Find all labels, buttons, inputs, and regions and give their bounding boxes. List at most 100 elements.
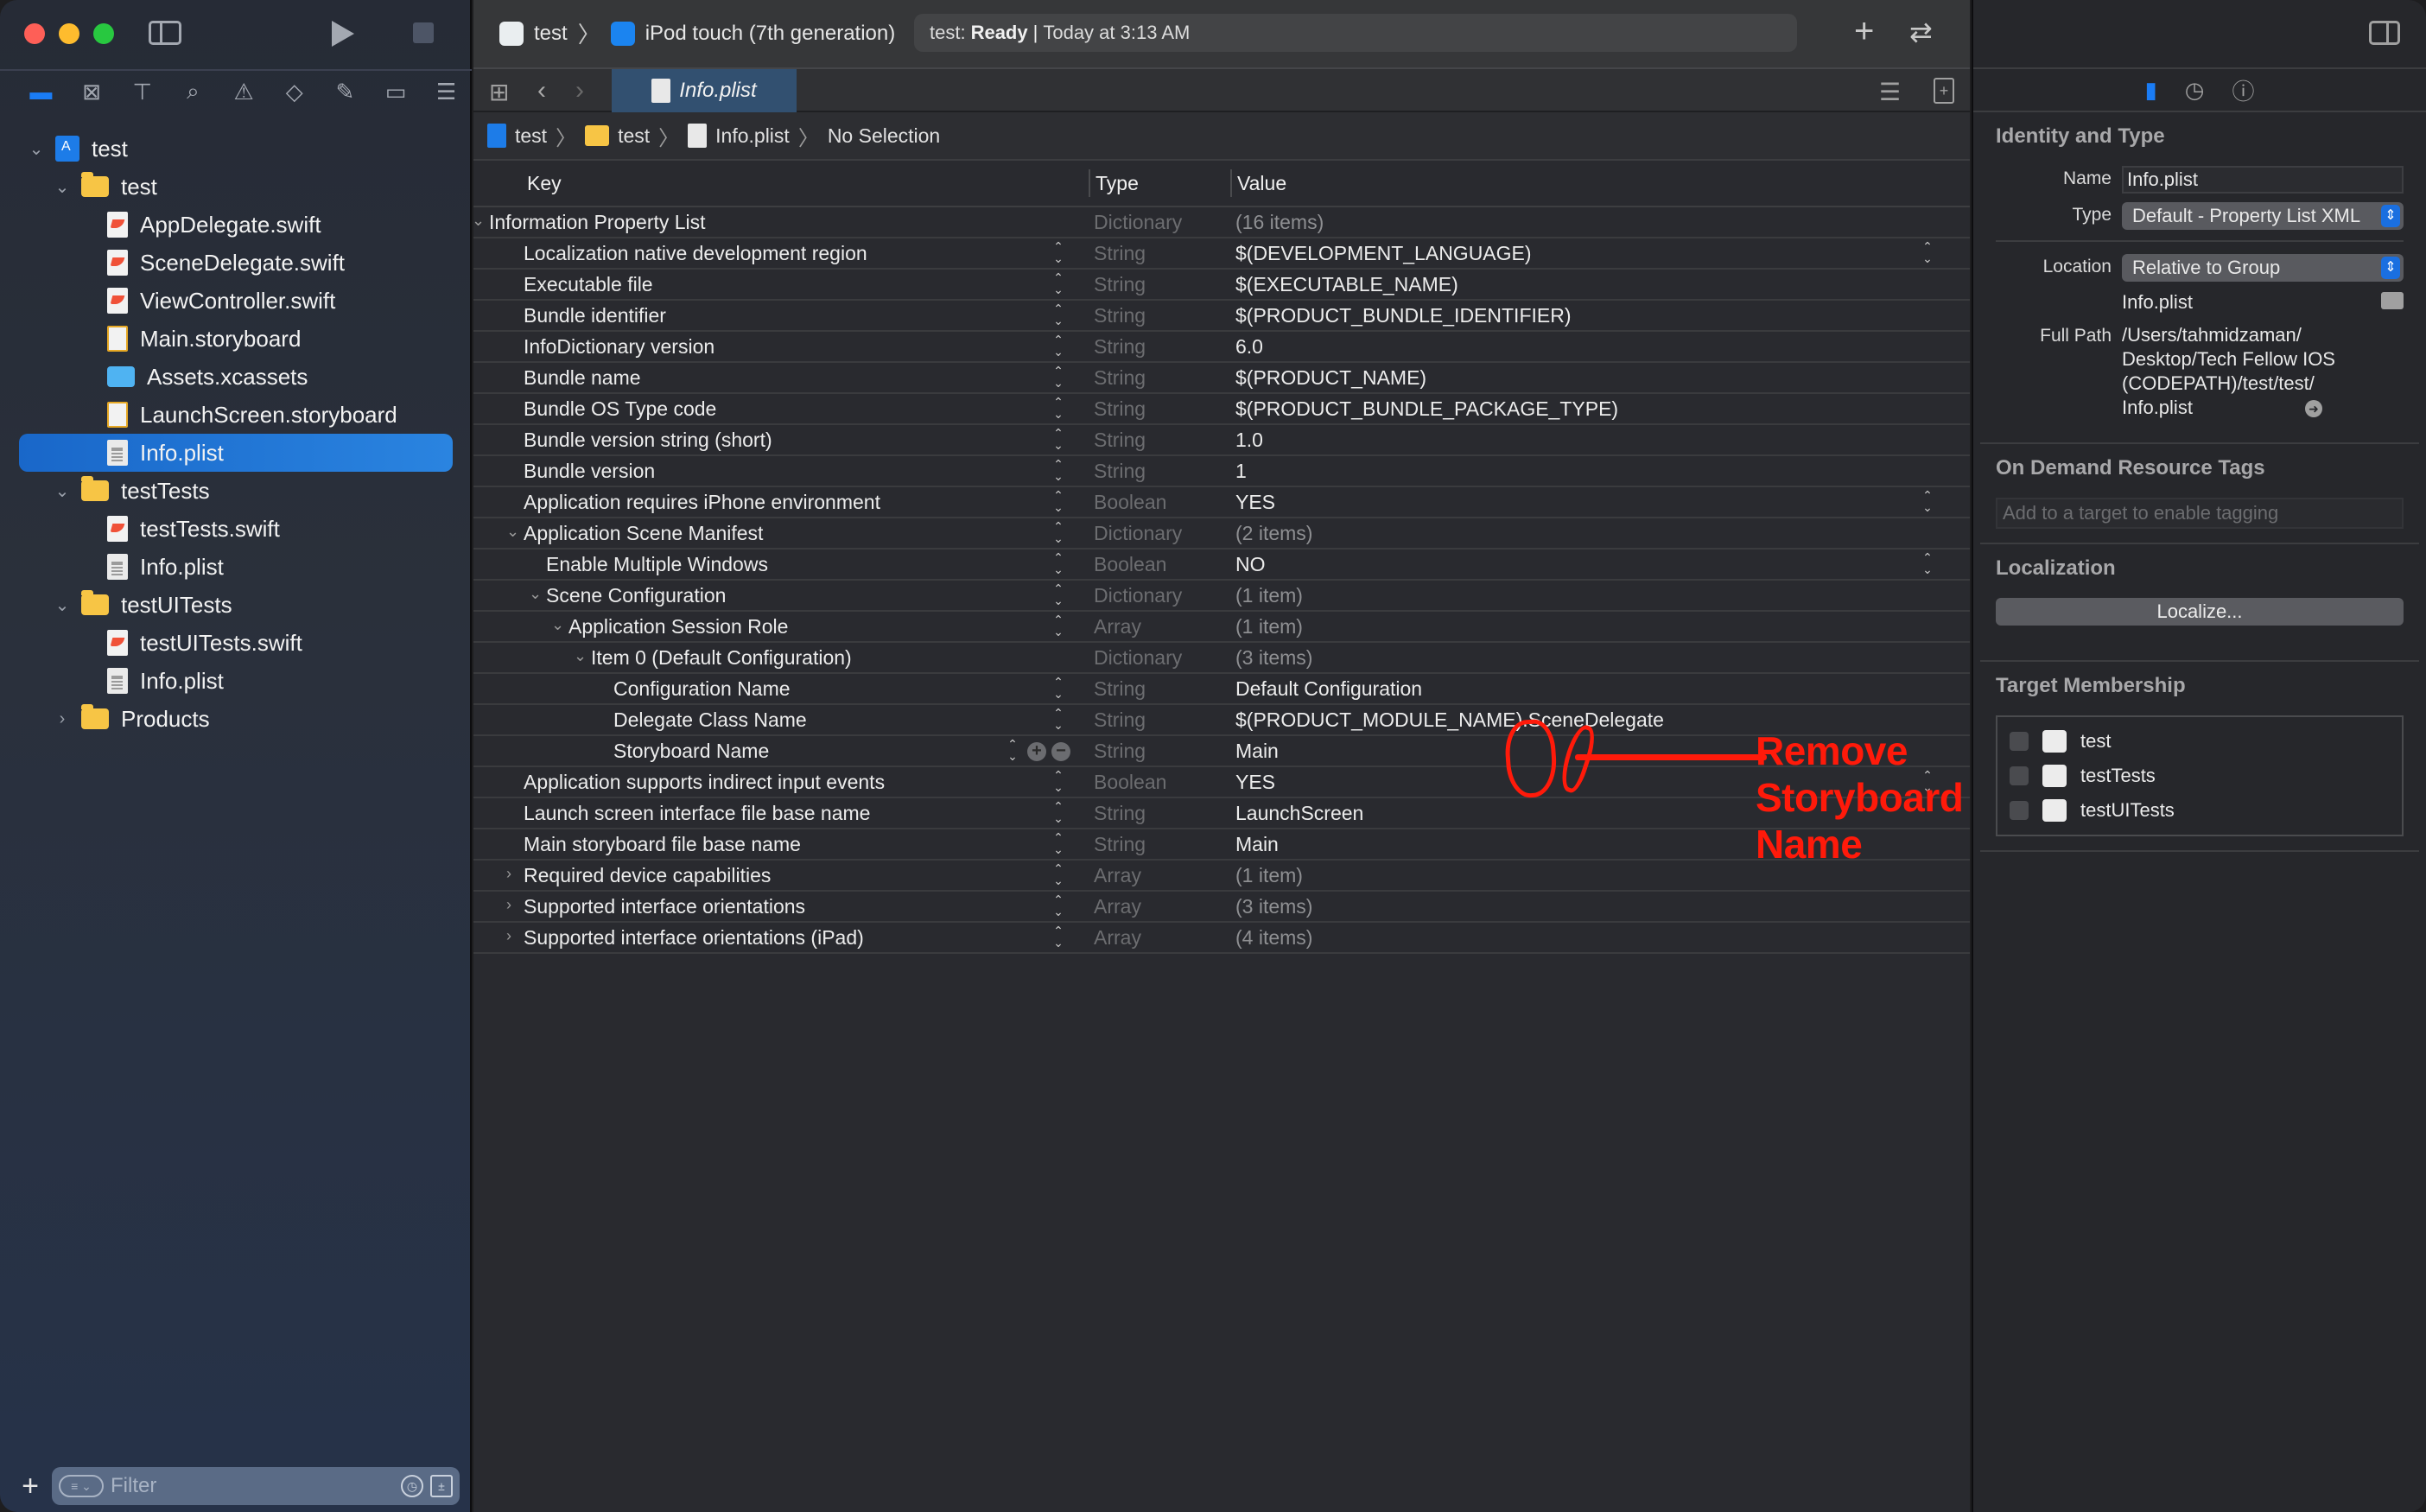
symbol-navigator-icon[interactable]: ⊤: [117, 74, 168, 109]
debug-navigator-icon[interactable]: ✎: [320, 74, 371, 109]
plist-key[interactable]: Localization native development region: [524, 242, 867, 265]
plist-key[interactable]: Delegate Class Name: [613, 708, 807, 732]
add-file-button[interactable]: +: [17, 1470, 43, 1503]
choose-folder-icon[interactable]: [2381, 292, 2404, 309]
jumpbar-item-group[interactable]: test: [618, 124, 650, 148]
plist-value[interactable]: Main: [1235, 833, 1279, 856]
project-navigator-icon[interactable]: ▬: [16, 74, 67, 109]
value-popup-icon[interactable]: ⌃ ⌄: [1921, 489, 1934, 513]
plist-row[interactable]: ⌄ Application Scene Manifest ⌃ ⌄ Dictionary (…: [473, 518, 1970, 550]
recent-files-icon[interactable]: ◷: [401, 1475, 423, 1497]
plist-type[interactable]: String: [1094, 242, 1146, 265]
plist-type[interactable]: Dictionary: [1094, 522, 1182, 545]
key-stepper-icon[interactable]: ⌃ ⌄: [1052, 893, 1064, 918]
plist-key[interactable]: Bundle OS Type code: [524, 397, 716, 421]
target-checkbox[interactable]: [2010, 732, 2029, 751]
key-stepper-icon[interactable]: ⌃ ⌄: [1052, 769, 1064, 793]
column-header-type[interactable]: Type: [1089, 169, 1139, 197]
key-stepper-icon[interactable]: ⌃ ⌄: [1007, 738, 1019, 762]
quick-help-icon[interactable]: ⓘ: [2232, 74, 2254, 106]
file-inspector-icon[interactable]: ▮: [2144, 77, 2156, 104]
plist-type[interactable]: String: [1094, 677, 1146, 701]
key-stepper-icon[interactable]: ⌃ ⌄: [1052, 831, 1064, 855]
navigator-item[interactable]: Assets.xcassets: [0, 358, 472, 396]
plist-row[interactable]: ⌄ Scene Configuration ⌃ ⌄ Dictionary (1 item): [473, 581, 1970, 612]
plist-type[interactable]: String: [1094, 740, 1146, 763]
plist-value[interactable]: $(PRODUCT_BUNDLE_PACKAGE_TYPE): [1235, 397, 1618, 421]
plist-value[interactable]: Main: [1235, 740, 1279, 763]
navigator-item[interactable]: › Products: [0, 700, 472, 738]
plist-type[interactable]: Array: [1094, 615, 1141, 638]
library-add-icon[interactable]: +: [1854, 12, 1874, 51]
location-select[interactable]: Relative to Group: [2122, 254, 2404, 282]
plist-key[interactable]: Application Scene Manifest: [524, 522, 763, 545]
plist-value[interactable]: (1 item): [1235, 584, 1303, 607]
key-stepper-icon[interactable]: ⌃ ⌄: [1052, 240, 1064, 264]
plist-value[interactable]: $(DEVELOPMENT_LANGUAGE): [1235, 242, 1532, 265]
plist-key[interactable]: Application requires iPhone environment: [524, 491, 880, 514]
plist-row[interactable]: Bundle version ⌃ ⌄ String 1: [473, 456, 1970, 487]
disclosure-open-icon[interactable]: ⌄: [551, 616, 564, 634]
toggle-inspector-icon[interactable]: [2369, 21, 2400, 45]
find-navigator-icon[interactable]: ⌕: [168, 74, 219, 109]
plist-row[interactable]: Main storyboard file base name ⌃ ⌄ String Ma…: [473, 829, 1970, 861]
key-stepper-icon[interactable]: ⌃ ⌄: [1052, 458, 1064, 482]
plist-value[interactable]: (1 item): [1235, 615, 1303, 638]
plist-value[interactable]: Default Configuration: [1235, 677, 1422, 701]
plist-type[interactable]: Boolean: [1094, 491, 1166, 514]
disclosure-closed-icon[interactable]: ›: [506, 896, 511, 914]
key-stepper-icon[interactable]: ⌃ ⌄: [1052, 489, 1064, 513]
key-stepper-icon[interactable]: ⌃ ⌄: [1052, 862, 1064, 886]
plist-key[interactable]: Bundle version string (short): [524, 429, 772, 452]
jumpbar-item-selection[interactable]: No Selection: [828, 124, 940, 148]
key-stepper-icon[interactable]: ⌃ ⌄: [1052, 271, 1064, 295]
key-stepper-icon[interactable]: ⌃ ⌄: [1052, 551, 1064, 575]
run-icon[interactable]: [332, 21, 354, 47]
column-header-key[interactable]: Key: [527, 172, 562, 195]
plist-row[interactable]: Executable file ⌃ ⌄ String $(EXECUTABLE_NAME…: [473, 270, 1970, 301]
key-stepper-icon[interactable]: ⌃ ⌄: [1052, 707, 1064, 731]
value-popup-icon[interactable]: ⌃ ⌄: [1921, 551, 1934, 575]
disclosure-open-icon[interactable]: ⌄: [529, 585, 542, 603]
navigator-item[interactable]: AppDelegate.swift: [0, 206, 472, 244]
plist-value[interactable]: (2 items): [1235, 522, 1312, 545]
column-header-value[interactable]: Value: [1230, 169, 1286, 197]
plist-key[interactable]: Scene Configuration: [546, 584, 726, 607]
plist-type[interactable]: Boolean: [1094, 553, 1166, 576]
disclosure-closed-icon[interactable]: ›: [506, 865, 511, 883]
target-checkbox[interactable]: [2010, 766, 2029, 785]
add-editor-icon[interactable]: +: [1934, 78, 1954, 104]
issue-navigator-icon[interactable]: ⚠: [219, 74, 270, 109]
jumpbar-item-file[interactable]: Info.plist: [715, 124, 790, 148]
plist-key[interactable]: Item 0 (Default Configuration): [591, 646, 852, 670]
plist-key[interactable]: Application Session Role: [568, 615, 788, 638]
plist-type[interactable]: Dictionary: [1094, 211, 1182, 234]
toggle-navigator-icon[interactable]: [149, 21, 181, 45]
value-popup-icon[interactable]: ⌃ ⌄: [1921, 240, 1934, 264]
plist-key[interactable]: Executable file: [524, 273, 653, 296]
plist-key[interactable]: Storyboard Name: [613, 740, 769, 763]
code-review-icon[interactable]: ⇄: [1909, 16, 1933, 48]
minimize-window-button[interactable]: [59, 23, 79, 44]
plist-value[interactable]: YES: [1235, 491, 1275, 514]
key-stepper-icon[interactable]: ⌃ ⌄: [1052, 676, 1064, 700]
stop-icon[interactable]: [413, 22, 434, 43]
plist-key[interactable]: Main storyboard file base name: [524, 833, 801, 856]
plist-key[interactable]: Information Property List: [489, 211, 706, 234]
plist-value[interactable]: (4 items): [1235, 926, 1312, 950]
plist-row[interactable]: Launch screen interface file base name ⌃ ⌄…: [473, 798, 1970, 829]
plist-value[interactable]: (1 item): [1235, 864, 1303, 887]
plist-type[interactable]: String: [1094, 273, 1146, 296]
reveal-in-finder-icon[interactable]: ➜: [2304, 400, 2322, 418]
plist-value[interactable]: $(PRODUCT_BUNDLE_IDENTIFIER): [1235, 304, 1572, 327]
source-control-filter-icon[interactable]: ±: [430, 1475, 453, 1497]
plist-row[interactable]: ⌄ Information Property List Dictionary (16 …: [472, 207, 1970, 238]
plist-type[interactable]: String: [1094, 833, 1146, 856]
navigator-item[interactable]: Info.plist: [19, 434, 453, 472]
plist-row[interactable]: Application supports indirect input even…: [473, 767, 1970, 798]
plist-type[interactable]: String: [1094, 708, 1146, 732]
jumpbar-item-project[interactable]: test: [515, 124, 547, 148]
plist-row[interactable]: ⌄ Item 0 (Default Configuration) Dictionar…: [473, 643, 1970, 674]
related-items-icon[interactable]: ⊞: [489, 78, 509, 106]
disclosure-open-icon[interactable]: ⌄: [52, 176, 73, 198]
